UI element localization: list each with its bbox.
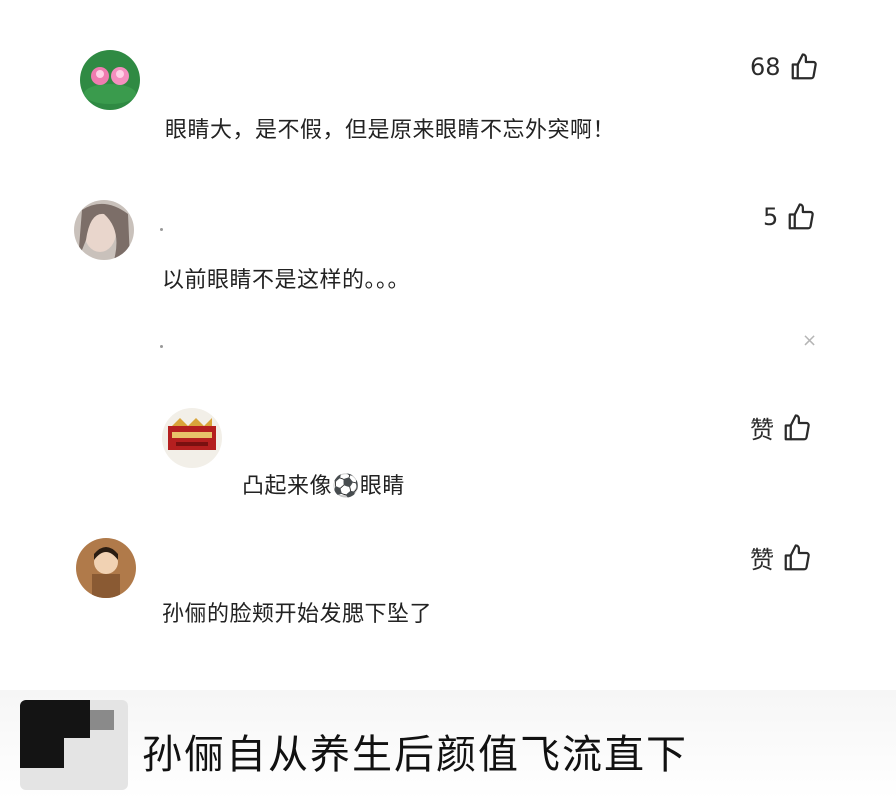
separator-dot [160, 228, 163, 231]
like-count: 5 [763, 203, 779, 231]
thumbs-up-icon [791, 53, 817, 80]
banner-text: 孙俪自从养生后颜值飞流直下 [142, 732, 688, 778]
comment-text: 孙俪的脸颊开始发腮下坠了 [162, 602, 433, 627]
comment-text: 眼睛大，是不假，但是原来眼睛不忘外突啊！ [165, 118, 616, 143]
like-button[interactable]: 赞 [750, 540, 812, 575]
avatar[interactable] [74, 200, 134, 260]
separator-dot [160, 345, 163, 348]
like-button[interactable]: 68 [750, 52, 819, 82]
comment-text: 以前眼睛不是这样的。。。 [162, 268, 411, 293]
comment-text: 凸起来像⚽眼睛 [242, 474, 405, 499]
avatar[interactable] [76, 538, 136, 598]
thumbs-up-icon [784, 543, 810, 570]
like-label: 赞 [750, 416, 774, 444]
avatar[interactable] [162, 408, 222, 468]
thumbs-up-icon [788, 203, 815, 230]
like-button[interactable]: 赞 [750, 410, 812, 445]
thumbs-up-icon [784, 413, 810, 440]
like-count: 68 [750, 53, 781, 81]
avatar[interactable] [80, 50, 140, 110]
like-button[interactable]: 5 [763, 202, 816, 232]
like-label: 赞 [750, 546, 774, 574]
close-icon[interactable]: × [802, 330, 817, 351]
banner-avatar [20, 700, 128, 790]
